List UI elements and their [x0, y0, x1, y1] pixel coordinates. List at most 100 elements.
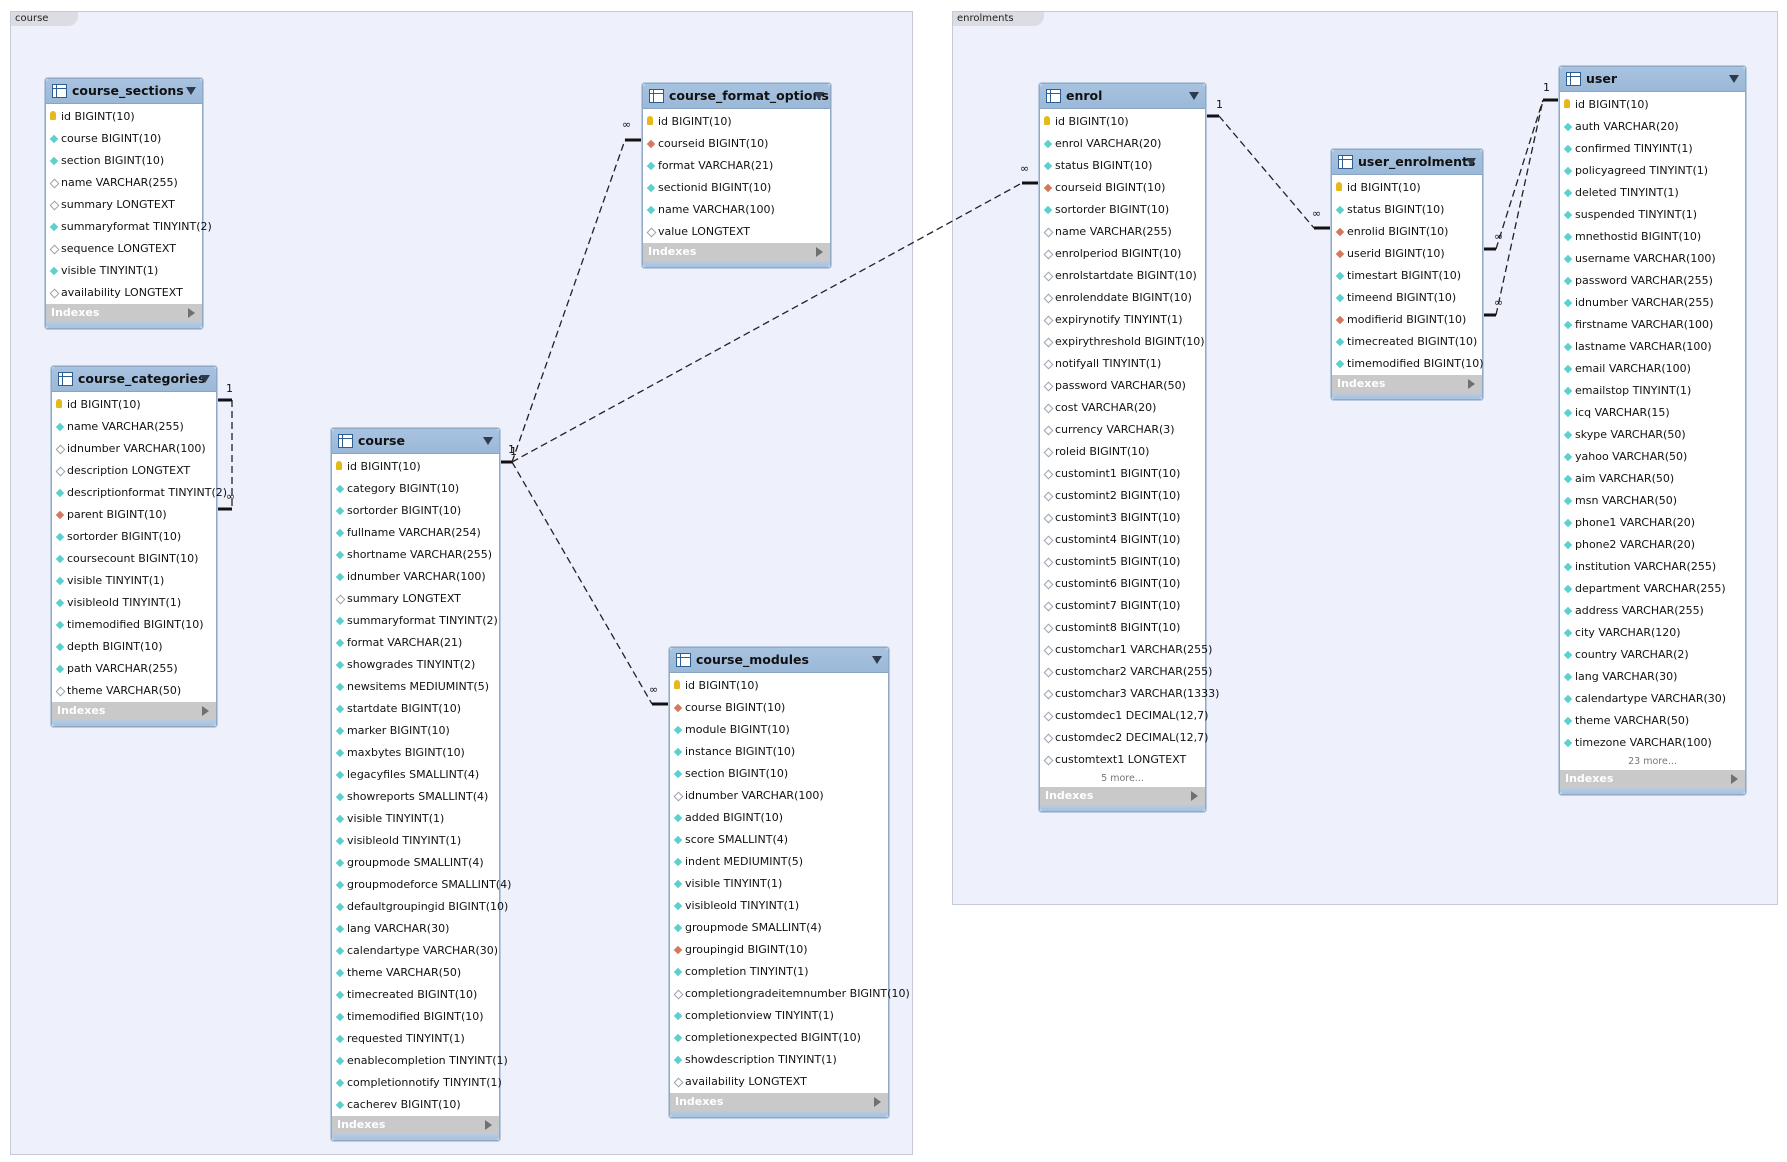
column-row[interactable]: cost VARCHAR(20) — [1040, 397, 1205, 419]
column-row[interactable]: visible TINYINT(1) — [46, 260, 202, 282]
column-row[interactable]: completionnotify TINYINT(1) — [332, 1072, 502, 1094]
column-row[interactable]: timezone VARCHAR(100) — [1560, 732, 1745, 754]
expand-arrow-icon[interactable] — [874, 1097, 881, 1107]
column-row[interactable]: customint2 BIGINT(10) — [1040, 485, 1205, 507]
table-header[interactable]: course_modules — [670, 648, 888, 673]
column-row[interactable]: theme VARCHAR(50) — [332, 962, 499, 984]
column-row[interactable]: id BIGINT(10) — [332, 456, 499, 478]
collapse-arrow-icon[interactable] — [483, 437, 493, 445]
column-row[interactable]: completionexpected BIGINT(10) — [670, 1027, 888, 1049]
column-row[interactable]: courseid BIGINT(10) — [643, 133, 830, 155]
column-row[interactable]: sortorder BIGINT(10) — [1040, 199, 1205, 221]
relationship-enrol-user-enrolments[interactable]: 1∞ — [1204, 98, 1331, 230]
column-row[interactable]: currency VARCHAR(3) — [1040, 419, 1205, 441]
expand-arrow-icon[interactable] — [1191, 791, 1198, 801]
column-row[interactable]: status BIGINT(10) — [1332, 199, 1482, 221]
column-row[interactable]: enrolperiod BIGINT(10) — [1040, 243, 1205, 265]
column-row[interactable]: mnethostid BIGINT(10) — [1560, 226, 1745, 248]
column-row[interactable]: timemodified BIGINT(10) — [332, 1006, 499, 1028]
column-row[interactable]: score SMALLINT(4) — [670, 829, 888, 851]
column-row[interactable]: availability LONGTEXT — [46, 282, 202, 304]
column-row[interactable]: theme VARCHAR(50) — [1560, 710, 1745, 732]
column-row[interactable]: customchar2 VARCHAR(255) — [1040, 661, 1212, 683]
expand-arrow-icon[interactable] — [485, 1120, 492, 1130]
column-row[interactable]: marker BIGINT(10) — [332, 720, 499, 742]
indexes-section[interactable]: Indexes — [332, 1116, 499, 1134]
column-row[interactable]: visibleold TINYINT(1) — [52, 592, 216, 614]
more-columns-label[interactable]: 5 more... — [1040, 771, 1205, 787]
expand-arrow-icon[interactable] — [202, 706, 209, 716]
column-row[interactable]: groupmode SMALLINT(4) — [332, 852, 499, 874]
column-row[interactable]: summary LONGTEXT — [46, 194, 202, 216]
column-row[interactable]: username VARCHAR(100) — [1560, 248, 1745, 270]
column-row[interactable]: customtext1 LONGTEXT — [1040, 749, 1205, 771]
column-row[interactable]: institution VARCHAR(255) — [1560, 556, 1745, 578]
indexes-section[interactable]: Indexes — [46, 304, 202, 322]
column-row[interactable]: department VARCHAR(255) — [1560, 578, 1745, 600]
column-row[interactable]: expirythreshold BIGINT(10) — [1040, 331, 1205, 353]
indexes-section[interactable]: Indexes — [670, 1093, 888, 1111]
column-row[interactable]: path VARCHAR(255) — [52, 658, 216, 680]
column-row[interactable]: groupmodeforce SMALLINT(4) — [332, 874, 511, 896]
table-course[interactable]: course id BIGINT(10) category BIGINT(10) so… — [331, 428, 511, 1141]
column-row[interactable]: groupingid BIGINT(10) — [670, 939, 888, 961]
column-row[interactable]: country VARCHAR(2) — [1560, 644, 1745, 666]
column-row[interactable]: visible TINYINT(1) — [332, 808, 499, 830]
column-row[interactable]: fullname VARCHAR(254) — [332, 522, 499, 544]
column-row[interactable]: timecreated BIGINT(10) — [332, 984, 499, 1006]
column-row[interactable]: customint1 BIGINT(10) — [1040, 463, 1205, 485]
column-row[interactable]: name VARCHAR(255) — [52, 416, 216, 438]
column-row[interactable]: parent BIGINT(10) — [52, 504, 216, 526]
column-row[interactable]: lang VARCHAR(30) — [1560, 666, 1745, 688]
column-row[interactable]: roleid BIGINT(10) — [1040, 441, 1205, 463]
table-course_sections[interactable]: course_sections id BIGINT(10) course BIGIN… — [45, 78, 212, 329]
column-row[interactable]: course BIGINT(10) — [670, 697, 888, 719]
column-row[interactable]: enrolenddate BIGINT(10) — [1040, 287, 1205, 309]
column-row[interactable]: aim VARCHAR(50) — [1560, 468, 1745, 490]
column-row[interactable]: enrol VARCHAR(20) — [1040, 133, 1205, 155]
column-row[interactable]: format VARCHAR(21) — [332, 632, 499, 654]
column-row[interactable]: visibleold TINYINT(1) — [332, 830, 499, 852]
column-row[interactable]: requested TINYINT(1) — [332, 1028, 499, 1050]
collapse-arrow-icon[interactable] — [1729, 75, 1739, 83]
table-header[interactable]: enrol — [1040, 84, 1205, 109]
column-row[interactable]: completion TINYINT(1) — [670, 961, 888, 983]
table-course_categories[interactable]: course_categories id BIGINT(10) name VARCH… — [51, 366, 227, 727]
column-row[interactable]: notifyall TINYINT(1) — [1040, 353, 1205, 375]
column-row[interactable]: timestart BIGINT(10) — [1332, 265, 1482, 287]
column-row[interactable]: calendartype VARCHAR(30) — [332, 940, 499, 962]
column-row[interactable]: customdec1 DECIMAL(12,7) — [1040, 705, 1208, 727]
indexes-section[interactable]: Indexes — [52, 702, 216, 720]
column-row[interactable]: customint3 BIGINT(10) — [1040, 507, 1205, 529]
column-row[interactable]: city VARCHAR(120) — [1560, 622, 1745, 644]
column-row[interactable]: idnumber VARCHAR(100) — [332, 566, 499, 588]
table-header[interactable]: course_format_options — [643, 84, 830, 109]
column-row[interactable]: enablecompletion TINYINT(1) — [332, 1050, 508, 1072]
indexes-section[interactable]: Indexes — [1332, 375, 1482, 393]
column-row[interactable]: enrolid BIGINT(10) — [1332, 221, 1482, 243]
column-row[interactable]: customint5 BIGINT(10) — [1040, 551, 1205, 573]
column-row[interactable]: course BIGINT(10) — [46, 128, 202, 150]
relationship-user-user-enrolments-modifierid[interactable]: ∞ — [1481, 98, 1559, 317]
column-row[interactable]: id BIGINT(10) — [670, 675, 888, 697]
column-row[interactable]: shortname VARCHAR(255) — [332, 544, 499, 566]
table-course_format_options[interactable]: course_format_options id BIGINT(10) course… — [642, 83, 831, 268]
column-row[interactable]: idnumber VARCHAR(255) — [1560, 292, 1745, 314]
expand-arrow-icon[interactable] — [188, 308, 195, 318]
column-row[interactable]: expirynotify TINYINT(1) — [1040, 309, 1205, 331]
column-row[interactable]: instance BIGINT(10) — [670, 741, 888, 763]
column-row[interactable]: msn VARCHAR(50) — [1560, 490, 1745, 512]
column-row[interactable]: section BIGINT(10) — [46, 150, 202, 172]
column-row[interactable]: deleted TINYINT(1) — [1560, 182, 1745, 204]
table-header[interactable]: course_categories — [52, 367, 216, 392]
column-row[interactable]: summaryformat TINYINT(2) — [332, 610, 499, 632]
relationship-course-format-options[interactable]: 1∞ — [498, 118, 642, 464]
column-row[interactable]: descriptionformat TINYINT(2) — [52, 482, 227, 504]
column-row[interactable]: timecreated BIGINT(10) — [1332, 331, 1482, 353]
table-user[interactable]: user id BIGINT(10) auth VARCHAR(20) confirm… — [1559, 66, 1746, 795]
collapse-arrow-icon[interactable] — [200, 375, 210, 383]
collapse-arrow-icon[interactable] — [872, 656, 882, 664]
relationship-course-modules[interactable]: ∞ — [498, 460, 669, 706]
column-row[interactable]: sortorder BIGINT(10) — [332, 500, 499, 522]
column-row[interactable]: groupmode SMALLINT(4) — [670, 917, 888, 939]
